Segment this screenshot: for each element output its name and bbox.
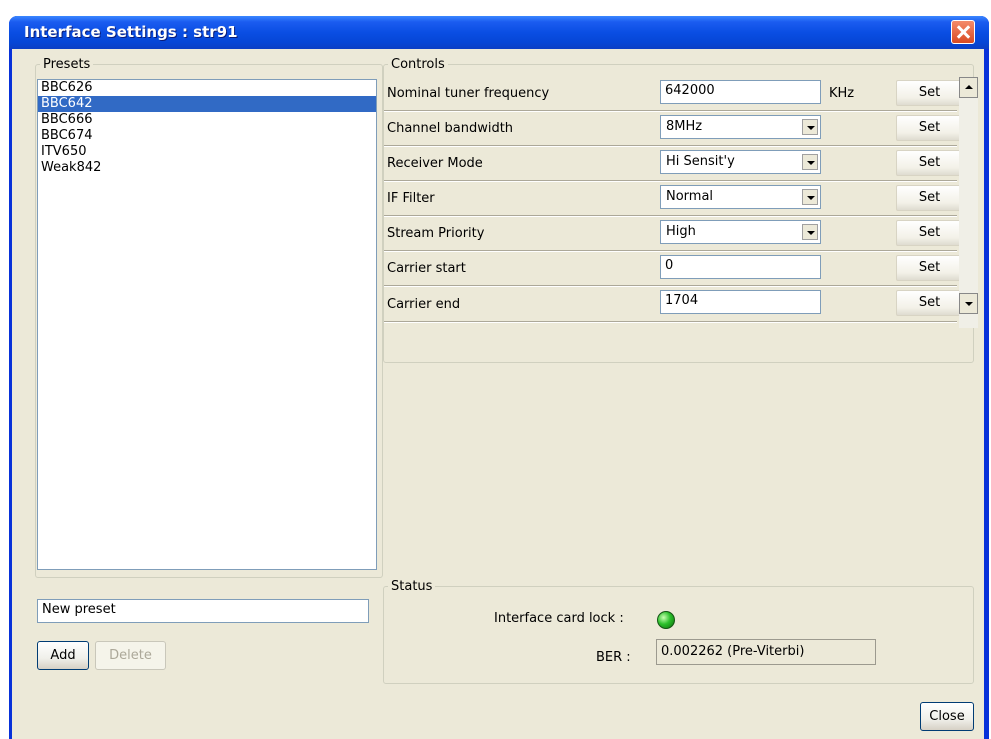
tuner-frequency-input[interactable]: 642000 [660,80,821,104]
unit-khz: KHz [829,86,855,101]
add-button[interactable]: Add [37,641,89,670]
list-item[interactable]: BBC666 [38,112,376,128]
row-divider [384,285,957,287]
row-divider [384,250,957,252]
title-bar[interactable]: Interface Settings : str91 [9,16,989,49]
status-legend: Status [391,579,433,594]
close-button[interactable]: Close [920,702,974,731]
new-preset-input[interactable]: New preset [37,599,369,623]
row-divider [384,321,957,323]
set-button-if-filter[interactable]: Set [896,185,963,211]
receiver-mode-select[interactable]: Hi Sensit'y [660,150,821,174]
if-filter-value: Normal [666,189,714,204]
delete-button[interactable]: Delete [95,641,166,670]
label-channel-bandwidth: Channel bandwidth [387,121,514,136]
ber-value: 0.002262 (Pre-Viterbi) [656,639,876,665]
label-nominal-tuner-frequency: Nominal tuner frequency [387,86,550,101]
receiver-mode-value: Hi Sensit'y [666,154,735,169]
set-button-carrier-start[interactable]: Set [896,255,963,281]
window-title: Interface Settings : str91 [24,23,238,41]
label-receiver-mode: Receiver Mode [387,156,483,171]
set-button-receiver-mode[interactable]: Set [896,150,963,176]
label-carrier-end: Carrier end [387,297,461,312]
label-stream-priority: Stream Priority [387,226,485,241]
lock-indicator-led-icon [657,611,675,629]
list-item[interactable]: BBC674 [38,128,376,144]
channel-bandwidth-select[interactable]: 8MHz [660,115,821,139]
chevron-down-icon[interactable] [802,224,818,240]
set-button-carrier-end[interactable]: Set [896,290,963,316]
row-divider [384,145,957,147]
row-divider [384,215,957,217]
label-if-filter: IF Filter [387,191,435,206]
ber-label: BER : [596,650,631,665]
list-item[interactable]: Weak842 [38,160,376,176]
chevron-down-icon[interactable] [802,154,818,170]
set-button-stream-priority[interactable]: Set [896,220,963,246]
status-group: Status [383,580,974,684]
set-button-channel-bandwidth[interactable]: Set [896,115,963,141]
list-item-selected[interactable]: BBC642 [38,96,376,112]
chevron-down-icon[interactable] [802,119,818,135]
stream-priority-select[interactable]: High [660,220,821,244]
carrier-end-input[interactable]: 1704 [660,290,821,314]
list-item[interactable]: ITV650 [38,144,376,160]
controls-scrollbar[interactable] [959,77,978,328]
interface-card-lock-label: Interface card lock : [494,611,624,626]
if-filter-select[interactable]: Normal [660,185,821,209]
chevron-down-icon[interactable] [802,189,818,205]
label-carrier-start: Carrier start [387,261,466,276]
scroll-up-arrow-icon[interactable] [959,77,978,98]
row-divider [384,110,957,112]
stream-priority-value: High [666,224,696,239]
scroll-down-arrow-icon[interactable] [959,293,978,314]
channel-bandwidth-value: 8MHz [666,119,703,134]
carrier-start-input[interactable]: 0 [660,255,821,279]
controls-legend: Controls [391,57,445,72]
presets-list[interactable]: BBC626 BBC642 BBC666 BBC674 ITV650 Weak8… [37,79,377,570]
presets-legend: Presets [43,57,91,72]
row-divider [384,180,957,182]
list-item[interactable]: BBC626 [38,80,376,96]
close-window-icon[interactable] [951,20,975,44]
set-button-tuner-frequency[interactable]: Set [896,80,963,106]
